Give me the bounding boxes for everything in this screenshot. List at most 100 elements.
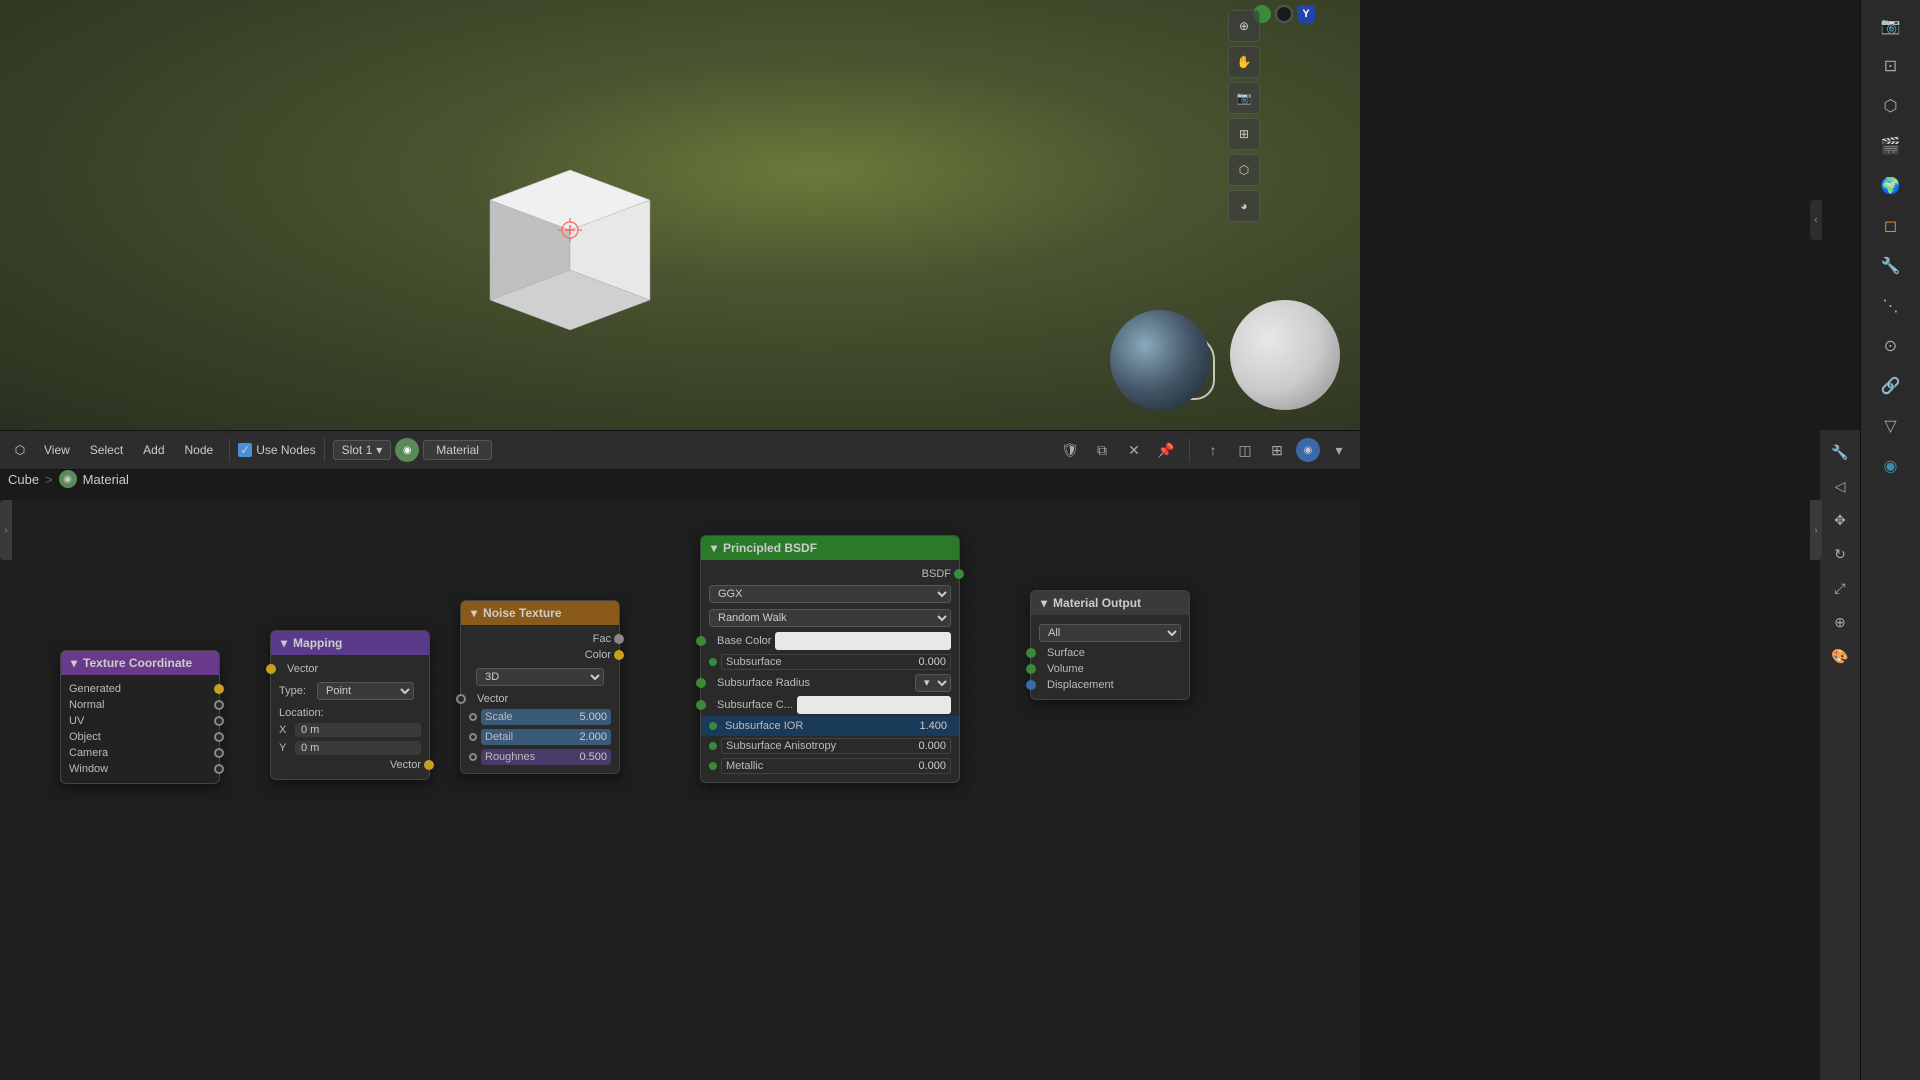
socket-scale-in[interactable] [469,713,477,721]
noise-detail-bar[interactable]: Detail 2.000 [481,729,611,745]
right-panel-collapse-btn[interactable]: › [1810,500,1822,560]
rs-data-icon[interactable]: ▽ [1873,408,1909,444]
socket-vector-in[interactable] [266,664,276,674]
socket-normal-out[interactable] [214,700,224,710]
bsdf-subsurface-bar[interactable]: Subsurface 0.000 [721,654,951,670]
pi-move-icon[interactable]: ✥ [1826,506,1854,534]
rs-scene-icon[interactable]: 🎬 [1873,128,1909,164]
socket-subsurf-ior-in[interactable] [709,722,717,730]
use-nodes-toggle[interactable]: ✓ Use Nodes [238,443,315,457]
dropdown-icon-btn[interactable]: ▾ [1326,437,1352,463]
mapping-x-field[interactable]: 0 m [295,723,421,737]
shield-icon-btn[interactable]: 🛡 [1057,437,1083,463]
pi-rotate-icon[interactable]: ↻ [1826,540,1854,568]
socket-generated-out[interactable] [214,684,224,694]
socket-camera-out[interactable] [214,748,224,758]
rs-modifier-icon[interactable]: 🔧 [1873,248,1909,284]
bsdf-subsurf-method-select[interactable]: Random Walk [709,609,951,627]
mapping-type-select[interactable]: Point [317,682,414,700]
node-noise-texture[interactable]: ▾ Noise Texture Fac Color 3D Vector [460,600,620,774]
socket-color-out[interactable] [614,650,624,660]
rs-material-icon[interactable]: ◉ [1873,448,1909,484]
socket-object-out[interactable] [214,732,224,742]
axis-y[interactable] [1275,5,1293,23]
rs-particles-icon[interactable]: ⋱ [1873,288,1909,324]
bsdf-subsurf-ior-bar[interactable]: Subsurface IOR 1.400 [721,718,951,734]
material-type-icon[interactable]: ◉ [395,438,419,462]
node-mapping[interactable]: ▾ Mapping Vector Type: Point Location: X… [270,630,430,780]
menu-add[interactable]: Add [135,440,172,460]
bsdf-subsurf-c-field[interactable] [797,696,951,714]
back-icon-btn[interactable]: ↑ [1200,437,1226,463]
rs-constraint-icon[interactable]: 🔗 [1873,368,1909,404]
socket-volume-in[interactable] [1026,664,1036,674]
socket-subsurface-in[interactable] [709,658,717,666]
shading-icon[interactable]: ◕ [1228,190,1260,222]
mapping-y-field[interactable]: 0 m [295,741,421,755]
view-icon-btn[interactable]: ◫ [1232,437,1258,463]
scene-view-icon[interactable]: ⊞ [1228,118,1260,150]
node-canvas[interactable]: ▾ Texture Coordinate Generated Normal UV… [0,500,1360,1080]
camera-view-icon[interactable]: 📷 [1228,82,1260,114]
preview-icon-btn[interactable]: ◉ [1296,438,1320,462]
pi-sidebar-icon[interactable]: ◁ [1826,472,1854,500]
menu-view[interactable]: View [36,440,78,460]
node-material-output[interactable]: ▾ Material Output All Surface Volume Dis… [1030,590,1190,700]
rs-output-icon[interactable]: ⊡ [1873,48,1909,84]
subsurf-radius-select[interactable]: ▾ [915,674,951,692]
rs-object-icon[interactable]: ◻ [1873,208,1909,244]
rs-render-icon[interactable]: 📷 [1873,8,1909,44]
socket-surface-in[interactable] [1026,648,1036,658]
socket-basecolor-in[interactable] [696,636,706,646]
socket-subsurf-c-in[interactable] [696,700,706,710]
socket-noise-vector-in[interactable] [456,694,466,704]
socket-roughness-in[interactable] [469,753,477,761]
material-sphere[interactable] [1230,300,1340,410]
rs-world-icon[interactable]: 🌍 [1873,168,1909,204]
close-icon-btn[interactable]: ✕ [1121,437,1147,463]
environment-sphere[interactable] [1110,310,1210,410]
socket-subsurf-aniso-in[interactable] [709,742,717,750]
menu-select[interactable]: Select [82,440,131,460]
rs-physics-icon[interactable]: ⊙ [1873,328,1909,364]
noise-roughness-bar[interactable]: Roughnes 0.500 [481,749,611,765]
socket-fac-out[interactable] [614,634,624,644]
pin-icon-btn[interactable]: 📌 [1153,437,1179,463]
socket-bsdf-out[interactable] [954,569,964,579]
render-view-icon[interactable]: ⬡ [1228,154,1260,186]
viewport-3d[interactable]: Y ⊕ ✋ 📷 ⊞ ⬡ ◕ [0,0,1360,430]
bsdf-basecolor-field[interactable] [775,632,951,650]
node-texture-coordinate[interactable]: ▾ Texture Coordinate Generated Normal UV… [60,650,220,784]
copy-icon-btn[interactable]: ⧉ [1089,437,1115,463]
left-panel-collapse-btn[interactable]: › [0,500,12,560]
viewport-right-collapse[interactable]: ‹ [1810,200,1822,240]
material-name-field[interactable]: Material [423,440,492,460]
socket-window-out[interactable] [214,764,224,774]
pi-snap-icon[interactable]: ⊕ [1826,608,1854,636]
bsdf-distribution-select[interactable]: GGX [709,585,951,603]
use-nodes-checkbox[interactable]: ✓ [238,443,252,457]
pi-paint-icon[interactable]: 🎨 [1826,642,1854,670]
bsdf-metallic-bar[interactable]: Metallic 0.000 [721,758,951,774]
socket-uv-out[interactable] [214,716,224,726]
editor-type-icon[interactable]: ⬡ [8,438,32,462]
hand-tool-icon[interactable]: ✋ [1228,46,1260,78]
socket-metallic-in[interactable] [709,762,717,770]
slot-dropdown[interactable]: Slot 1 ▾ [333,440,392,460]
rs-view-layer-icon[interactable]: ⬡ [1873,88,1909,124]
node-principled-bsdf[interactable]: ▾ Principled BSDF BSDF GGX Random Walk B… [700,535,960,783]
socket-displacement-in[interactable] [1026,680,1036,690]
pi-scale-icon[interactable]: ⤢ [1826,574,1854,602]
grid-icon-btn[interactable]: ⊞ [1264,437,1290,463]
menu-node[interactable]: Node [177,440,222,460]
socket-subsurf-radius-in[interactable] [696,678,706,688]
socket-detail-in[interactable] [469,733,477,741]
noise-scale-bar[interactable]: Scale 5.000 [481,709,611,725]
noise-dim-select[interactable]: 3D [476,668,604,686]
bsdf-subsurf-aniso-bar[interactable]: Subsurface Anisotropy 0.000 [721,738,951,754]
matout-all-select[interactable]: All [1039,624,1181,642]
axis-z[interactable]: Y [1297,5,1315,23]
socket-vector-out[interactable] [424,760,434,770]
zoom-icon[interactable]: ⊕ [1228,10,1260,42]
pi-tools-icon[interactable]: 🔧 [1826,438,1854,466]
